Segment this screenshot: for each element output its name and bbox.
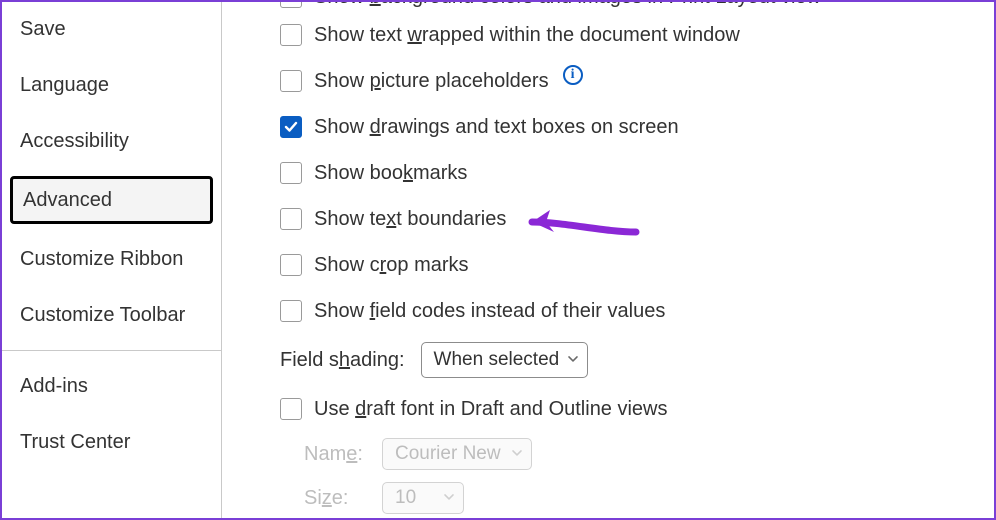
option-label[interactable]: Show drawings and text boxes on screen (314, 116, 679, 139)
field-shading-select[interactable]: When selected (421, 342, 589, 378)
sidebar-item-language[interactable]: Language (10, 64, 213, 106)
option-label[interactable]: Show picture placeholders (314, 70, 549, 93)
option-field-codes: Show field codes instead of their values (280, 288, 976, 334)
sidebar-item-label: Language (20, 74, 109, 96)
sidebar-item-label: Add-ins (20, 375, 88, 397)
field-shading-label: Field shading: (280, 349, 405, 372)
draft-font-name-select: Courier New (382, 438, 532, 470)
option-draft-font: Use draft font in Draft and Outline view… (280, 386, 976, 432)
draft-font-name-label: Name: (304, 443, 366, 466)
sidebar-item-addins[interactable]: Add-ins (10, 365, 213, 407)
sidebar-divider (2, 350, 221, 351)
draft-font-size-select: 10 (382, 482, 464, 514)
option-label[interactable]: Show background colors and images in Pri… (314, 2, 821, 7)
chevron-down-icon (443, 486, 455, 508)
option-label[interactable]: Use draft font in Draft and Outline view… (314, 398, 668, 421)
sidebar-item-accessibility[interactable]: Accessibility (10, 120, 213, 162)
option-label[interactable]: Show field codes instead of their values (314, 300, 665, 323)
option-label[interactable]: Show text wrapped within the document wi… (314, 24, 740, 47)
checkbox-field-codes[interactable] (280, 300, 302, 322)
checkbox-picture-placeholders[interactable] (280, 70, 302, 92)
options-sidebar: Save Language Accessibility Advanced Cus… (2, 2, 222, 518)
sidebar-item-customize-ribbon[interactable]: Customize Ribbon (10, 238, 213, 280)
option-label[interactable]: Show bookmarks (314, 162, 467, 185)
checkbox-draft-font[interactable] (280, 398, 302, 420)
select-value: 10 (395, 487, 416, 509)
checkbox-background-colors[interactable] (280, 2, 302, 8)
option-drawings-textboxes: Show drawings and text boxes on screen (280, 104, 976, 150)
option-text-boundaries: Show text boundaries (280, 196, 976, 242)
checkbox-bookmarks[interactable] (280, 162, 302, 184)
field-shading-row: Field shading: When selected (280, 334, 976, 386)
chevron-down-icon (567, 348, 579, 370)
sidebar-item-trust-center[interactable]: Trust Center (10, 421, 213, 463)
sidebar-item-label: Advanced (23, 189, 112, 211)
checkbox-crop-marks[interactable] (280, 254, 302, 276)
option-background-colors: Show background colors and images in Pri… (280, 2, 976, 12)
checkbox-text-wrapped[interactable] (280, 24, 302, 46)
select-value: Courier New (395, 443, 501, 465)
option-crop-marks: Show crop marks (280, 242, 976, 288)
select-value: When selected (434, 349, 560, 371)
sidebar-item-customize-toolbar[interactable]: Customize Toolbar (10, 294, 213, 336)
sidebar-item-advanced[interactable]: Advanced (10, 176, 213, 224)
chevron-down-icon (511, 442, 523, 464)
info-icon[interactable]: i (563, 65, 583, 85)
checkbox-text-boundaries[interactable] (280, 208, 302, 230)
draft-font-name-row: Name: Courier New (304, 432, 976, 476)
option-bookmarks: Show bookmarks (280, 150, 976, 196)
option-text-wrapped: Show text wrapped within the document wi… (280, 12, 976, 58)
draft-font-size-row: Size: 10 (304, 476, 976, 518)
option-picture-placeholders: Show picture placeholders i (280, 58, 976, 104)
sidebar-item-label: Customize Ribbon (20, 248, 183, 270)
sidebar-item-save[interactable]: Save (10, 8, 213, 50)
option-label[interactable]: Show text boundaries (314, 208, 506, 231)
sidebar-item-label: Accessibility (20, 130, 129, 152)
checkbox-drawings-textboxes[interactable] (280, 116, 302, 138)
options-main-panel: Show background colors and images in Pri… (222, 2, 994, 518)
option-label[interactable]: Show crop marks (314, 254, 469, 277)
sidebar-item-label: Save (20, 18, 66, 40)
draft-font-size-label: Size: (304, 487, 366, 510)
sidebar-item-label: Trust Center (20, 431, 130, 453)
sidebar-item-label: Customize Toolbar (20, 304, 185, 326)
